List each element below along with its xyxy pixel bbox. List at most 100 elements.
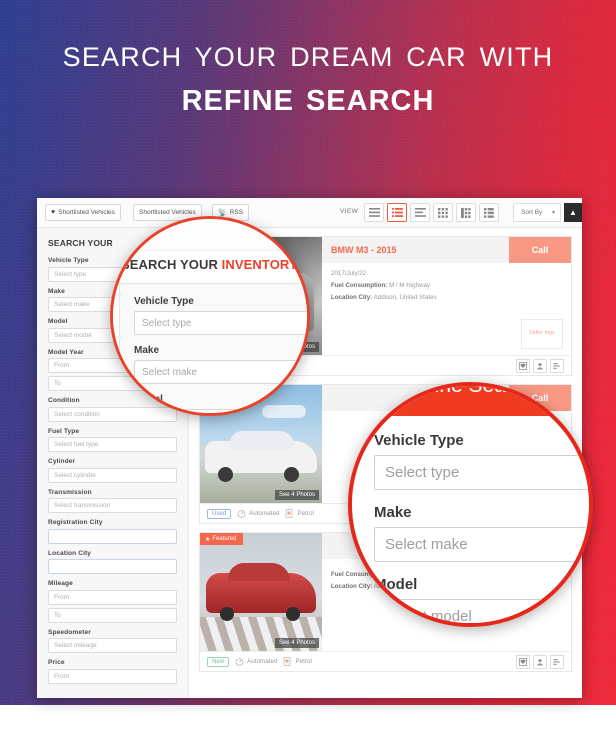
input-mileage-to-value: To bbox=[54, 611, 61, 619]
input-price-from[interactable]: From bbox=[48, 668, 177, 684]
shortlisted-vehicles-label-2: Shortlisted Vehicles bbox=[139, 209, 196, 216]
label-model: Model bbox=[134, 394, 163, 405]
input-make[interactable]: Select make bbox=[374, 527, 589, 562]
input-model-year-from-value: From bbox=[54, 362, 70, 369]
input-mileage-from-value: From bbox=[54, 593, 70, 601]
bottom-white-strip bbox=[0, 705, 616, 748]
label-cylinder: Cylinder bbox=[48, 458, 76, 465]
input-model-year-to-value: To bbox=[54, 380, 61, 387]
panel-title-prefix: SEARCH YOUR bbox=[121, 257, 222, 272]
banner-headline-bottom: REFINE SEARCH bbox=[181, 85, 435, 117]
listing-title[interactable]: BMW M3 - 2015 bbox=[322, 237, 509, 263]
location-label: Location City: bbox=[331, 294, 373, 301]
label-make: Make bbox=[134, 345, 160, 356]
field-group-speedometer: Speedometer Select mileage bbox=[48, 628, 177, 653]
view-label: VIEW bbox=[340, 208, 359, 215]
field-group-price: Price From bbox=[48, 659, 177, 684]
transmission-tag: Automated bbox=[235, 657, 277, 666]
label-transmission: Transmission bbox=[48, 488, 92, 496]
view-mode-grid-two-column-view[interactable] bbox=[456, 203, 476, 222]
see-photos-label[interactable]: See 4 Photos bbox=[274, 490, 319, 500]
magnified-field-make: Make Select make bbox=[134, 345, 307, 384]
view-mode-list-view[interactable] bbox=[364, 203, 384, 222]
magnified-panel-title: SEARCH YOUR INVENTORY bbox=[121, 257, 298, 272]
field-group-mileage: Mileage From To bbox=[48, 580, 177, 623]
input-vehicle-type[interactable]: Select type bbox=[134, 311, 307, 335]
input-speedometer[interactable]: Select mileage bbox=[48, 638, 177, 653]
seller-logo: Seller logo bbox=[521, 319, 563, 349]
seller-profile-icon[interactable] bbox=[533, 654, 547, 669]
input-model[interactable]: Select model bbox=[374, 599, 589, 623]
triangle-up-icon: ▲ bbox=[569, 208, 577, 217]
transmission-tag: Automated bbox=[237, 509, 279, 518]
refine-field-model: Model Select model bbox=[374, 576, 589, 623]
label-speedometer: Speedometer bbox=[48, 628, 91, 636]
seller-profile-icon[interactable] bbox=[533, 358, 547, 373]
shortlist-icon[interactable] bbox=[516, 654, 530, 669]
panel-title-accent: INVENTORY bbox=[221, 257, 298, 272]
listing-fuel-consumption: Fuel Consumption: M / M Highway bbox=[331, 282, 562, 289]
fuel-label: Petrol bbox=[295, 658, 312, 665]
input-make[interactable]: Select make bbox=[134, 360, 307, 384]
fuel-tag: Petrol bbox=[285, 509, 314, 518]
input-mileage-from[interactable]: From bbox=[48, 589, 177, 605]
fuel-pump-icon bbox=[283, 657, 292, 666]
view-mode-grid-view[interactable] bbox=[433, 203, 453, 222]
input-mileage-to[interactable]: To bbox=[48, 607, 177, 623]
listing-actions bbox=[516, 654, 564, 669]
refine-search-panel: Refine Search Vehicle Type Select type M… bbox=[352, 386, 589, 623]
banner-headline-top: SEARCH YOUR DREAM CAR WITH bbox=[62, 42, 554, 72]
field-group-registration-city: Registration City bbox=[48, 519, 177, 544]
shortlist-icon[interactable] bbox=[516, 358, 530, 373]
input-make-value: Select make bbox=[54, 301, 90, 308]
field-group-location-city: Location City bbox=[48, 549, 177, 574]
gauge-icon bbox=[237, 509, 246, 518]
rss-icon: 📡 bbox=[218, 209, 227, 217]
transmission-label: Automated bbox=[247, 658, 278, 665]
fuel-consumption-value: M / M Highway bbox=[389, 282, 431, 289]
input-condition-value: Select condition bbox=[54, 410, 100, 418]
refine-search-header: Refine Search bbox=[352, 386, 589, 416]
label-vehicle-type: Vehicle Type bbox=[134, 296, 194, 307]
label-registration-city: Registration City bbox=[48, 519, 103, 526]
input-cylinder-value: Select cylinder bbox=[54, 471, 97, 479]
featured-label: Featured bbox=[212, 536, 237, 542]
label-fuel-type: Fuel Type bbox=[48, 427, 80, 435]
input-fuel-type[interactable]: Select fuel type bbox=[48, 437, 177, 452]
view-mode-list-detail-view[interactable] bbox=[387, 203, 407, 222]
see-photos-label[interactable]: See 4 Photos bbox=[274, 638, 319, 648]
input-transmission[interactable]: Select transmission bbox=[48, 498, 177, 513]
location-value: Addison, United States bbox=[373, 294, 437, 301]
compare-icon[interactable] bbox=[550, 358, 564, 373]
label-price: Price bbox=[48, 659, 65, 666]
compare-icon[interactable] bbox=[550, 654, 564, 669]
shortlisted-vehicles-button[interactable]: ♥ Shortlisted Vehicles bbox=[45, 204, 121, 221]
input-registration-city[interactable] bbox=[48, 528, 177, 544]
input-location-city[interactable] bbox=[48, 559, 177, 574]
label-make: Make bbox=[374, 504, 412, 521]
listing-date: 2017/July/22 bbox=[331, 270, 367, 277]
listing-footer: New Automated Petrol bbox=[200, 651, 571, 671]
input-cylinder[interactable]: Select cylinder bbox=[48, 467, 177, 483]
view-mode-group bbox=[364, 203, 502, 222]
listing-thumbnail[interactable]: See 4 Photos bbox=[200, 533, 322, 651]
condition-tag: New bbox=[207, 656, 230, 667]
input-price-from-value: From bbox=[54, 672, 70, 680]
featured-badge: ★ Featured bbox=[200, 533, 244, 545]
shortlisted-vehicles-label: Shortlisted Vehicles bbox=[58, 209, 115, 216]
input-fuel-type-value: Select fuel type bbox=[54, 441, 99, 448]
fuel-label: Petrol bbox=[297, 510, 314, 517]
scroll-to-top-button[interactable]: ▲ bbox=[564, 203, 582, 222]
call-button[interactable]: Call bbox=[509, 237, 571, 263]
input-vehicle-type-value: Select type bbox=[54, 270, 87, 278]
condition-tag: Used bbox=[207, 508, 232, 519]
sort-by-select[interactable]: Sort By ▼ bbox=[513, 203, 561, 222]
label-location-city: Location City bbox=[48, 549, 92, 557]
gauge-icon bbox=[235, 657, 244, 666]
magnifier-search-inventory: Shortlisted Vehicles 📡 RSS SEARCH YOUR I… bbox=[110, 216, 310, 416]
heart-icon: ♥ bbox=[51, 209, 56, 216]
view-mode-compact-list-view[interactable] bbox=[410, 203, 430, 222]
magnified-search-panel: Vehicle Type Select type Make Select mak… bbox=[119, 283, 307, 413]
view-mode-grid-three-column-view[interactable] bbox=[479, 203, 499, 222]
input-vehicle-type[interactable]: Select type bbox=[374, 455, 589, 490]
